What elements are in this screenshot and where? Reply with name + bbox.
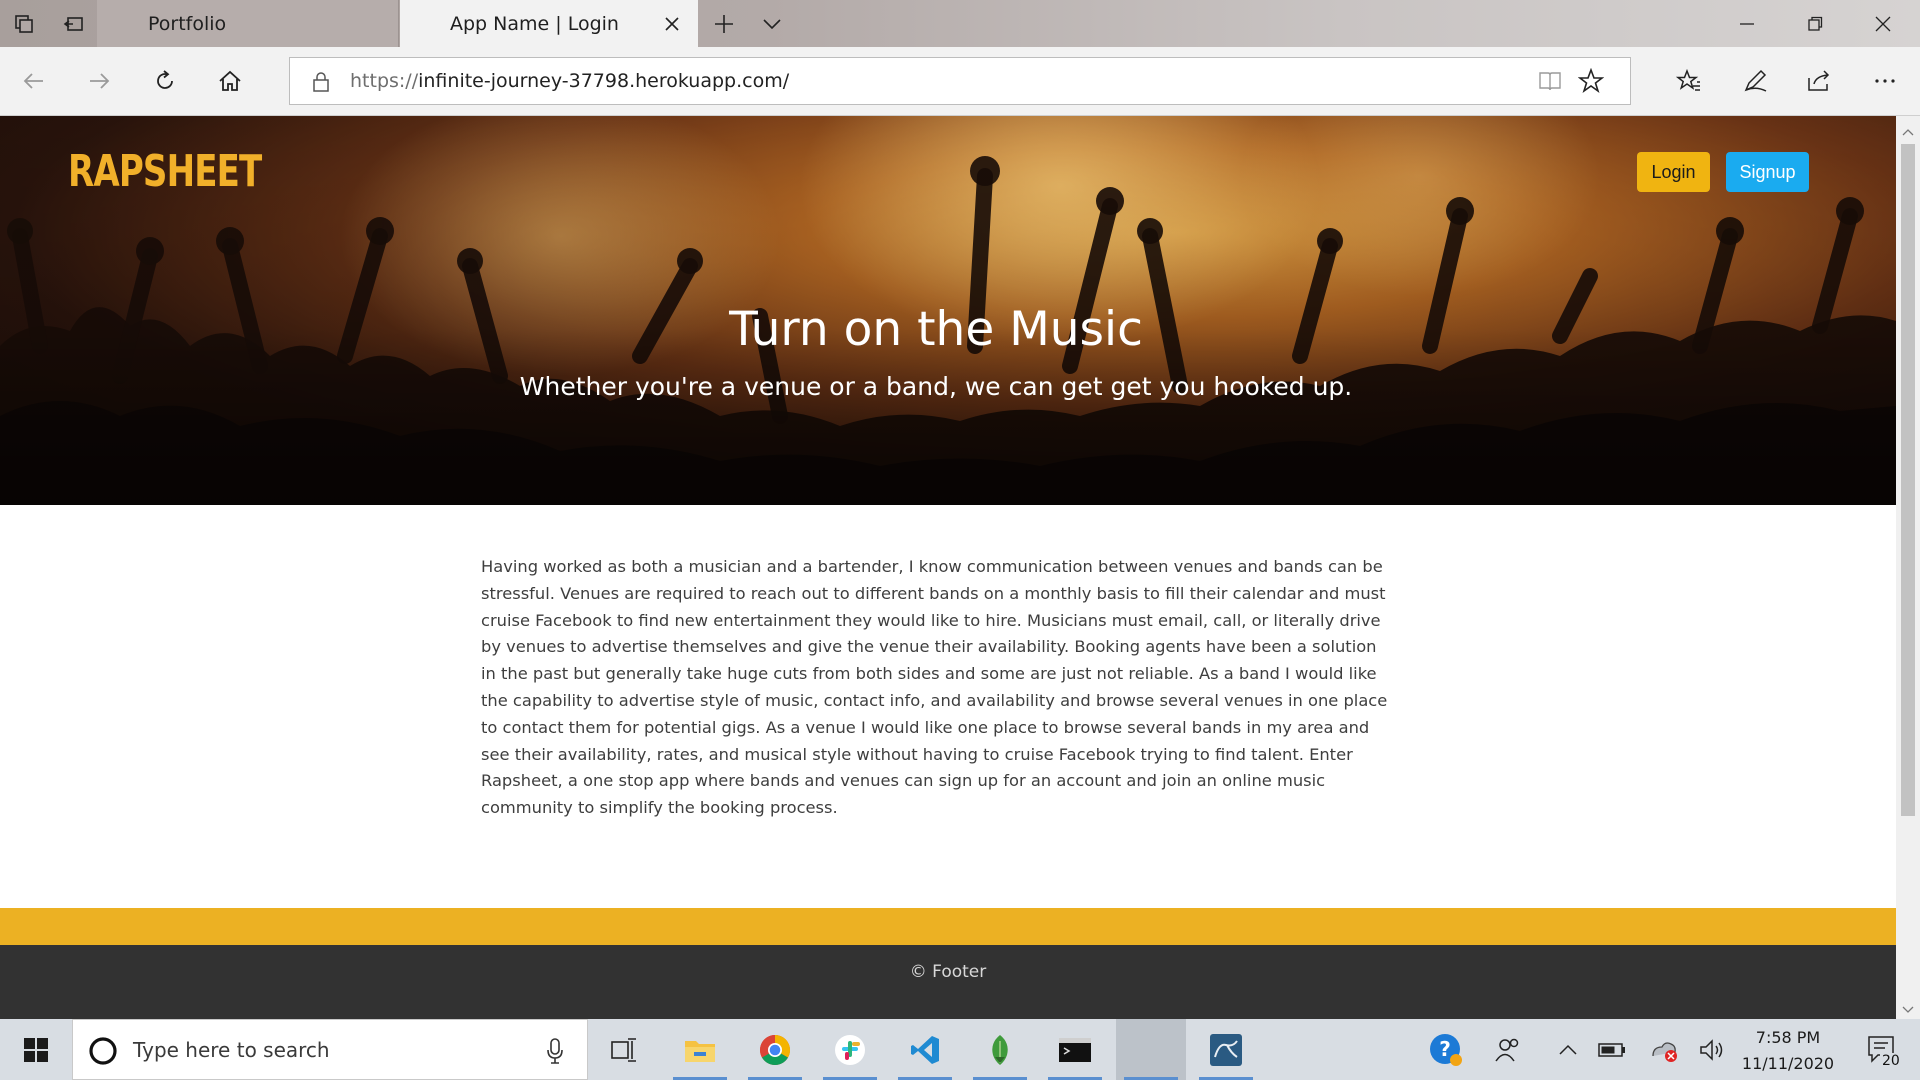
clock-time: 7:58 PM bbox=[1755, 1028, 1821, 1047]
back-icon[interactable] bbox=[10, 57, 58, 105]
windows-taskbar: Type here to search ? 7:58 PM 11/11/2020… bbox=[0, 1019, 1920, 1080]
lock-icon bbox=[312, 71, 330, 97]
reading-view-icon[interactable] bbox=[1537, 69, 1563, 97]
page-scrollbar[interactable] bbox=[1896, 116, 1920, 1019]
footer-accent-stripe bbox=[0, 908, 1896, 945]
network-disconnected-icon[interactable] bbox=[1642, 1019, 1686, 1080]
action-center-icon[interactable]: 20 bbox=[1852, 1019, 1912, 1080]
taskbar-clock[interactable]: 7:58 PM 11/11/2020 bbox=[1728, 1025, 1848, 1077]
clock-date: 11/11/2020 bbox=[1741, 1054, 1835, 1073]
tab-preview-chevron-icon[interactable] bbox=[748, 0, 796, 47]
forward-icon[interactable] bbox=[75, 57, 123, 105]
vscode-icon[interactable] bbox=[890, 1019, 960, 1080]
battery-icon[interactable] bbox=[1592, 1019, 1632, 1080]
people-icon[interactable] bbox=[1486, 1019, 1530, 1080]
task-view-icon[interactable] bbox=[588, 1019, 658, 1080]
microphone-icon[interactable] bbox=[545, 1037, 565, 1069]
windows-start-icon[interactable] bbox=[0, 1019, 72, 1080]
footer-text: © Footer bbox=[909, 962, 987, 982]
chrome-icon[interactable] bbox=[740, 1019, 810, 1080]
scroll-up-arrow-icon[interactable] bbox=[1902, 122, 1914, 141]
search-placeholder: Type here to search bbox=[133, 1038, 330, 1062]
refresh-icon[interactable] bbox=[141, 57, 189, 105]
browser-toolbar: https://infinite-journey-37798.herokuapp… bbox=[0, 47, 1920, 116]
address-bar[interactable]: https://infinite-journey-37798.herokuapp… bbox=[289, 57, 1631, 105]
tab-list-icon[interactable] bbox=[0, 0, 48, 47]
set-tabs-aside-icon[interactable] bbox=[50, 0, 98, 47]
tab-portfolio[interactable]: Portfolio bbox=[97, 0, 399, 47]
cortana-circle-icon[interactable] bbox=[87, 1035, 119, 1071]
rapsheet-logo[interactable]: RAPSHEET bbox=[68, 146, 262, 197]
hero-title: Turn on the Music bbox=[729, 302, 1143, 357]
favorites-hub-icon[interactable] bbox=[1665, 57, 1713, 105]
tab-label: Portfolio bbox=[148, 12, 227, 35]
mongodb-compass-icon[interactable] bbox=[965, 1019, 1035, 1080]
url-text: https://infinite-journey-37798.herokuapp… bbox=[350, 70, 790, 92]
show-hidden-icons-chevron-icon[interactable] bbox=[1548, 1019, 1588, 1080]
favorite-star-icon[interactable] bbox=[1577, 67, 1605, 98]
notification-count-badge: 20 bbox=[1880, 1053, 1902, 1069]
signup-button[interactable]: Signup bbox=[1726, 152, 1809, 192]
hero-subtitle: Whether you're a venue or a band, we can… bbox=[519, 372, 1353, 401]
scroll-down-arrow-icon[interactable] bbox=[1902, 1000, 1914, 1019]
minimize-icon[interactable] bbox=[1714, 0, 1780, 47]
about-paragraph: Having worked as both a musician and a b… bbox=[481, 557, 1388, 818]
close-window-icon[interactable] bbox=[1850, 0, 1916, 47]
more-options-icon[interactable] bbox=[1861, 57, 1909, 105]
tab-app-login[interactable]: App Name | Login bbox=[400, 0, 698, 48]
tab-label: App Name | Login bbox=[450, 13, 619, 35]
blank-app-icon[interactable] bbox=[1116, 1019, 1186, 1080]
browser-tab-bar: Portfolio App Name | Login bbox=[0, 0, 1920, 48]
share-icon[interactable] bbox=[1795, 57, 1843, 105]
page-viewport: RAPSHEET Login Signup Turn on the Music … bbox=[0, 116, 1896, 1019]
scrollbar-thumb[interactable] bbox=[1901, 144, 1915, 816]
terminal-icon[interactable] bbox=[1040, 1019, 1110, 1080]
taskbar-search-box[interactable]: Type here to search bbox=[72, 1019, 588, 1080]
help-icon[interactable]: ? bbox=[1424, 1019, 1468, 1080]
hero-banner: RAPSHEET Login Signup Turn on the Music … bbox=[0, 116, 1896, 505]
svg-text:?: ? bbox=[1439, 1037, 1451, 1061]
restore-icon[interactable] bbox=[1782, 0, 1848, 47]
file-explorer-icon[interactable] bbox=[665, 1019, 735, 1080]
web-note-pen-icon[interactable] bbox=[1731, 57, 1779, 105]
page-footer: © Footer bbox=[0, 945, 1896, 1019]
new-tab-icon[interactable] bbox=[700, 0, 748, 47]
login-button[interactable]: Login bbox=[1637, 152, 1710, 192]
slack-icon[interactable] bbox=[815, 1019, 885, 1080]
home-icon[interactable] bbox=[206, 57, 254, 105]
mysql-workbench-icon[interactable] bbox=[1191, 1019, 1261, 1080]
close-tab-icon[interactable] bbox=[658, 10, 686, 38]
